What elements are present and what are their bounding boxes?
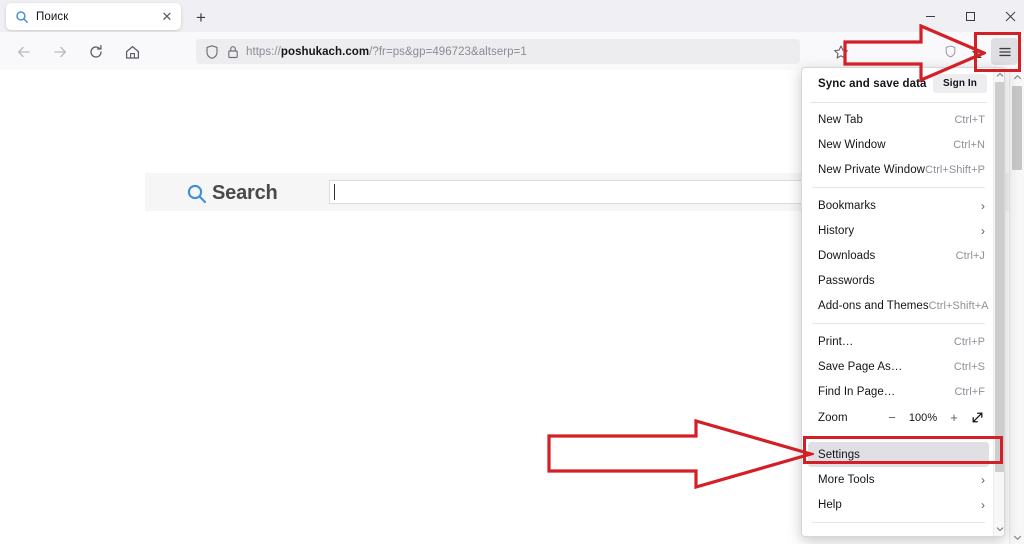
menu-item-shortcut: Ctrl+S bbox=[953, 360, 985, 373]
home-button[interactable] bbox=[120, 40, 144, 64]
magnifier-icon bbox=[187, 184, 207, 203]
shield-icon[interactable] bbox=[204, 44, 220, 60]
reload-button[interactable] bbox=[84, 40, 108, 64]
zoom-level-value: 100% bbox=[908, 411, 938, 424]
menu-item-shortcut: Ctrl+J bbox=[955, 249, 985, 262]
menu-item-more-tools[interactable]: More Tools › bbox=[802, 467, 995, 492]
scroll-up-arrow-icon[interactable] bbox=[1010, 70, 1024, 84]
menu-scroll-down-arrow-icon[interactable] bbox=[994, 523, 1004, 535]
zoom-label: Zoom bbox=[818, 411, 848, 424]
menu-divider bbox=[812, 323, 985, 324]
sync-label: Sync and save data bbox=[818, 77, 927, 90]
chevron-right-icon: › bbox=[981, 198, 985, 213]
menu-divider bbox=[812, 187, 985, 188]
menu-item-new-tab[interactable]: New Tab Ctrl+T bbox=[802, 107, 995, 132]
menu-item-shortcut: Ctrl+T bbox=[954, 113, 985, 126]
menu-divider bbox=[810, 102, 987, 103]
window-close-button[interactable] bbox=[988, 0, 1024, 32]
bookmark-button[interactable] bbox=[828, 39, 853, 64]
menu-item-label: More Tools bbox=[818, 473, 875, 486]
chevron-right-icon: › bbox=[981, 472, 985, 487]
navigation-toolbar: https://poshukach.com/?fr=ps&gp=496723&a… bbox=[0, 32, 1024, 71]
menu-item-sync[interactable]: Sync and save data Sign In bbox=[802, 68, 995, 99]
window-maximize-button[interactable] bbox=[948, 0, 992, 32]
annotation-box-settings bbox=[803, 436, 1003, 464]
chevron-right-icon: › bbox=[981, 497, 985, 512]
page-scrollbar[interactable] bbox=[1009, 70, 1024, 544]
menu-item-passwords[interactable]: Passwords bbox=[802, 268, 995, 293]
menu-item-label: Passwords bbox=[818, 274, 875, 287]
menu-item-label: Bookmarks bbox=[818, 199, 876, 212]
lock-icon[interactable] bbox=[225, 44, 241, 60]
menu-item-shortcut: Ctrl+N bbox=[953, 138, 985, 151]
menu-item-label: Save Page As… bbox=[818, 360, 903, 373]
menu-item-label: Find In Page… bbox=[818, 385, 896, 398]
menu-item-label: New Tab bbox=[818, 113, 863, 126]
menu-item-label: New Window bbox=[818, 138, 886, 151]
text-caret bbox=[334, 184, 335, 200]
app-menu-list: Sync and save data Sign In New Tab Ctrl+… bbox=[802, 68, 995, 536]
menu-item-shortcut: Ctrl+F bbox=[954, 385, 985, 398]
page-scrollbar-thumb[interactable] bbox=[1012, 86, 1022, 170]
menu-item-help[interactable]: Help › bbox=[802, 492, 995, 517]
menu-item-label: Add-ons and Themes bbox=[818, 299, 929, 312]
expand-diagonal-icon[interactable] bbox=[970, 410, 985, 425]
menu-item-label: History bbox=[818, 224, 855, 237]
search-logo-text: Search bbox=[212, 181, 278, 204]
url-bar[interactable]: https://poshukach.com/?fr=ps&gp=496723&a… bbox=[196, 39, 800, 64]
zoom-out-button[interactable]: − bbox=[885, 411, 899, 425]
tab-close-icon[interactable]: ✕ bbox=[159, 9, 175, 25]
sign-in-button[interactable]: Sign In bbox=[932, 74, 987, 93]
menu-item-label: New Private Window bbox=[818, 163, 925, 176]
menu-item-shortcut: Ctrl+Shift+P bbox=[925, 163, 985, 176]
menu-item-new-window[interactable]: New Window Ctrl+N bbox=[802, 132, 995, 157]
chevron-right-icon: › bbox=[981, 223, 985, 238]
menu-divider bbox=[812, 522, 985, 523]
menu-item-save-page-as[interactable]: Save Page As… Ctrl+S bbox=[802, 354, 995, 379]
scroll-down-arrow-icon[interactable] bbox=[1010, 530, 1024, 544]
menu-item-label: Print… bbox=[818, 335, 854, 348]
zoom-in-button[interactable]: + bbox=[947, 411, 961, 425]
menu-item-find-in-page[interactable]: Find In Page… Ctrl+F bbox=[802, 379, 995, 404]
menu-item-history[interactable]: History › bbox=[802, 218, 995, 243]
url-text: https://poshukach.com/?fr=ps&gp=496723&a… bbox=[246, 45, 527, 58]
search-logo: Search bbox=[186, 181, 278, 205]
search-input[interactable] bbox=[329, 180, 810, 204]
url-host: poshukach.com bbox=[280, 45, 370, 58]
menu-item-label: Help bbox=[818, 498, 842, 511]
forward-button[interactable] bbox=[48, 40, 72, 64]
tab-title: Поиск bbox=[36, 10, 69, 23]
menu-item-bookmarks[interactable]: Bookmarks › bbox=[802, 193, 995, 218]
browser-tab[interactable]: Поиск ✕ bbox=[6, 3, 181, 30]
menu-item-zoom: Zoom − 100% + bbox=[802, 404, 995, 431]
new-tab-button[interactable]: + bbox=[190, 6, 212, 28]
search-icon bbox=[16, 10, 28, 23]
app-menu-panel: Sync and save data Sign In New Tab Ctrl+… bbox=[801, 67, 1005, 537]
menu-scrollbar[interactable] bbox=[993, 68, 1004, 536]
protection-shield-icon[interactable] bbox=[938, 39, 963, 64]
menu-item-downloads[interactable]: Downloads Ctrl+J bbox=[802, 243, 995, 268]
annotation-box-menu-button bbox=[974, 32, 1021, 72]
window-minimize-button[interactable] bbox=[908, 0, 952, 32]
menu-item-new-private-window[interactable]: New Private Window Ctrl+Shift+P bbox=[802, 157, 995, 182]
menu-scrollbar-thumb[interactable] bbox=[995, 82, 1004, 472]
menu-item-label: Downloads bbox=[818, 249, 876, 262]
menu-item-shortcut: Ctrl+Shift+A bbox=[928, 299, 989, 312]
menu-item-shortcut: Ctrl+P bbox=[953, 335, 985, 348]
zoom-controls: − 100% + bbox=[885, 410, 985, 425]
back-button[interactable] bbox=[12, 40, 36, 64]
url-path: /?fr=ps&gp=496723&altserp=1 bbox=[369, 45, 527, 58]
menu-item-addons-and-themes[interactable]: Add-ons and Themes Ctrl+Shift+A bbox=[802, 293, 995, 318]
menu-item-print[interactable]: Print… Ctrl+P bbox=[802, 329, 995, 354]
tab-strip: Поиск ✕ + bbox=[0, 0, 1024, 32]
